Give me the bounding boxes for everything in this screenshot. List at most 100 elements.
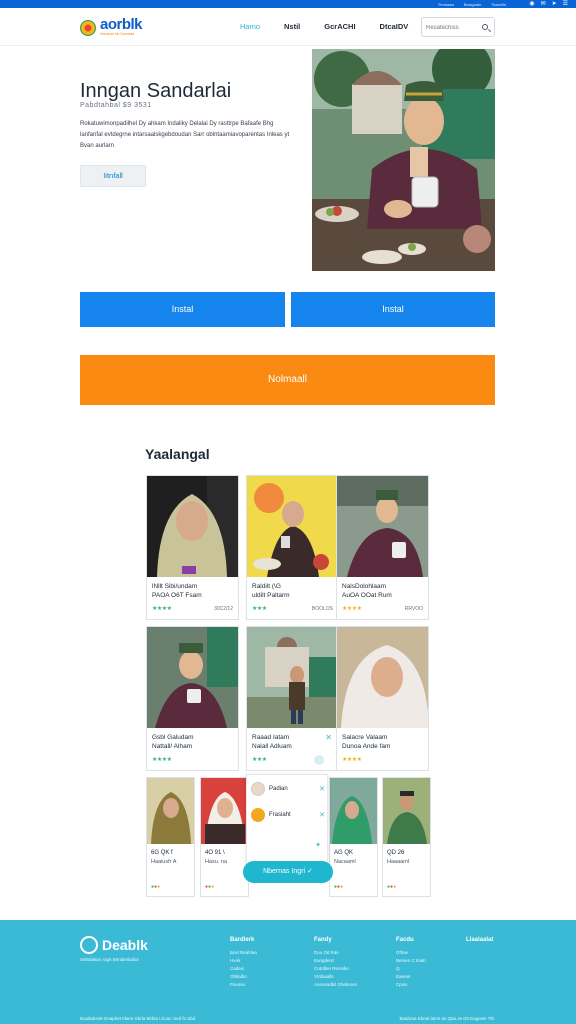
nav-item-home[interactable]: Hamo [240, 22, 260, 31]
sparkle-icon: ✦ [315, 842, 321, 849]
gallery-card[interactable]: Salacre Valaam Dunoa Ande fam ★★★★ [336, 626, 429, 771]
gallery-card[interactable]: Raldilt (\G uldilt Paltarm ★★★ BOOLOS [246, 475, 339, 620]
card-title: 4O 91 \ [205, 850, 225, 856]
footer-column-heading: Bardlerk [230, 937, 255, 943]
popup-item[interactable]: Padian ✕ [251, 779, 325, 799]
check-icon: ✓ [307, 868, 313, 875]
footer-link[interactable]: Eangdenz [314, 957, 357, 965]
footer-copyright: Boaladrede Enaphet trliere Sbrla Bkbta L… [80, 1016, 196, 1021]
card-subtitle: Dunoa Ande fam [342, 743, 391, 750]
footer-link[interactable]: Duu Oit Ras [314, 949, 357, 957]
footer-link[interactable]: Vrafasalls [314, 973, 357, 981]
popup-item-label: Padian [269, 786, 288, 792]
gallery-card[interactable]: Raaad Iatam Nalall Adluam ★★★ ✕ [246, 626, 339, 771]
status-dots-icon: ●●● [387, 884, 397, 890]
footer-link[interactable]: Cotrdlen Rensdie [314, 965, 357, 973]
card-image [337, 627, 428, 728]
hero-subtitle: Pabdtahbal $9 3531 [80, 102, 152, 109]
card-subtitle: uldilt Paltarm [252, 592, 290, 599]
bell-icon[interactable]: ◉ [529, 0, 534, 8]
logo-name: aorblk [100, 16, 143, 33]
rating-stars-icon: ★★★★ [152, 757, 172, 763]
footer-link[interactable]: Pavosu [230, 981, 257, 989]
popup-action-pill[interactable]: Nbernas Ingri ✓ [243, 861, 333, 883]
footer-link[interactable]: Hvok [230, 957, 257, 965]
utility-links: Tremaaa Bwagnaln Teavelln [438, 0, 506, 8]
info-icon[interactable] [314, 755, 324, 765]
small-gallery-card[interactable]: 6G QK f Haaiusfr A ●●● [146, 777, 195, 897]
footer-logo-icon [80, 936, 98, 954]
footer-column-heading: Fandy [314, 937, 332, 943]
small-gallery-card[interactable]: AG QK Nacaaml ●●● [329, 777, 378, 897]
hero-title: Inngan Sandarlai [80, 80, 232, 102]
rating-stars-icon: ★★★★ [342, 606, 362, 612]
install-button-right[interactable]: Instal [291, 292, 495, 327]
close-icon[interactable]: ✕ [325, 733, 332, 742]
site-header: aorblk Sebabak bio Samadia Hamo Nstil Gc… [0, 8, 576, 46]
nav-item-install[interactable]: Nstil [284, 22, 300, 31]
footer-link[interactable]: Oftow [396, 949, 426, 957]
card-image [337, 476, 428, 577]
footer-column-heading: Facdu [396, 937, 414, 943]
nav-item-gcrachi[interactable]: GcrACHI [324, 22, 355, 31]
menu-icon[interactable]: ☰ [563, 0, 568, 8]
hero-photo [312, 49, 495, 271]
footer-logo[interactable]: Deablk [80, 936, 148, 954]
site-logo[interactable]: aorblk Sebabak bio Samadia [80, 16, 143, 37]
footer-link[interactable]: Aoonsadbil Ghelnoon [314, 981, 357, 989]
footer-link[interactable]: Bemen C Ibiab [396, 957, 426, 965]
card-title: lNllt Sibi/undam [152, 583, 198, 590]
footer-link[interactable]: Ohtlalbo [230, 973, 257, 981]
card-subtitle: Nacaaml [334, 859, 356, 865]
gallery-card[interactable]: NalsDolohlaam AuOA OOat Rum ★★★★ RRVOO [336, 475, 429, 620]
mail-icon[interactable]: ✉ [541, 0, 546, 8]
close-icon[interactable]: ✕ [319, 785, 325, 793]
rating-stars-icon: ★★★★ [342, 757, 362, 763]
search-box [421, 17, 495, 37]
gallery-card[interactable]: Gsbl Galudam Nattall/ Alham ★★★★ [146, 626, 239, 771]
footer-link[interactable]: Eaenet [396, 973, 426, 981]
card-image [247, 476, 338, 577]
share-icon[interactable]: ➤ [552, 0, 557, 8]
install-button-left[interactable]: Instal [80, 292, 285, 327]
utility-link[interactable]: Bwagnaln [464, 2, 482, 7]
avatar [251, 808, 265, 822]
utility-link[interactable]: Tremaaa [438, 2, 454, 7]
card-subtitle: Haaiusfr A [151, 859, 177, 865]
footer-legal: Baahraa Ebeal lamn as Qaa.Je IDI Eagewe … [399, 1016, 494, 1021]
rating-stars-icon: ★★★ [252, 606, 267, 612]
card-title: Gsbl Galudam [152, 734, 194, 741]
footer-link[interactable]: Bovl Reahlaa [230, 949, 257, 957]
status-dots-icon: ●●● [334, 884, 344, 890]
footer-column: Llaalaalat [466, 937, 493, 949]
small-gallery-card[interactable]: QD 26 Haaaaml ●●● [382, 777, 431, 897]
small-gallery-card[interactable]: 4O 91 \ Hasu. na ●●● [200, 777, 249, 897]
hero-description: Rokatuwimonpadilhel Dy ahkam Indaliky De… [80, 121, 290, 149]
card-image [330, 778, 377, 844]
popup-item-label: Frasiaht [269, 812, 291, 818]
close-icon[interactable]: ✕ [319, 811, 325, 819]
avatar [251, 782, 265, 796]
nav-item-dtcaidv[interactable]: DtcaIDV [380, 22, 409, 31]
footer-link[interactable]: Cpolv [396, 981, 426, 989]
popup-item[interactable]: Frasiaht ✕ [251, 805, 325, 825]
footer-link[interactable]: Cadeni [230, 965, 257, 973]
card-image [147, 778, 194, 844]
notification-popup: Padian ✕ Frasiaht ✕ ✦ [246, 774, 328, 868]
hero-button[interactable]: Iitnfall [80, 165, 146, 187]
card-meta: 30C2/12 [214, 606, 233, 612]
card-image [383, 778, 430, 844]
primary-orange-button[interactable]: Nolmaall [80, 355, 495, 405]
logo-tagline: Sebabak bio Samadia [100, 32, 135, 36]
utility-link[interactable]: Teavelln [491, 2, 506, 7]
card-image [147, 476, 238, 577]
card-subtitle: Hasu. na [205, 859, 228, 865]
search-input[interactable] [426, 22, 480, 33]
gallery-card[interactable]: lNllt Sibi/undam PAOA O6T Fsam ★★★★ 30C2… [146, 475, 239, 620]
card-image [147, 627, 238, 728]
search-icon[interactable] [482, 24, 488, 30]
footer-link[interactable]: Q [396, 965, 426, 973]
footer-column: Bardlerk Bovl Reahlaa Hvok Cadeni Ohtlal… [230, 937, 257, 989]
card-title: AG QK [334, 850, 354, 856]
card-subtitle: Haaaaml [387, 859, 410, 865]
